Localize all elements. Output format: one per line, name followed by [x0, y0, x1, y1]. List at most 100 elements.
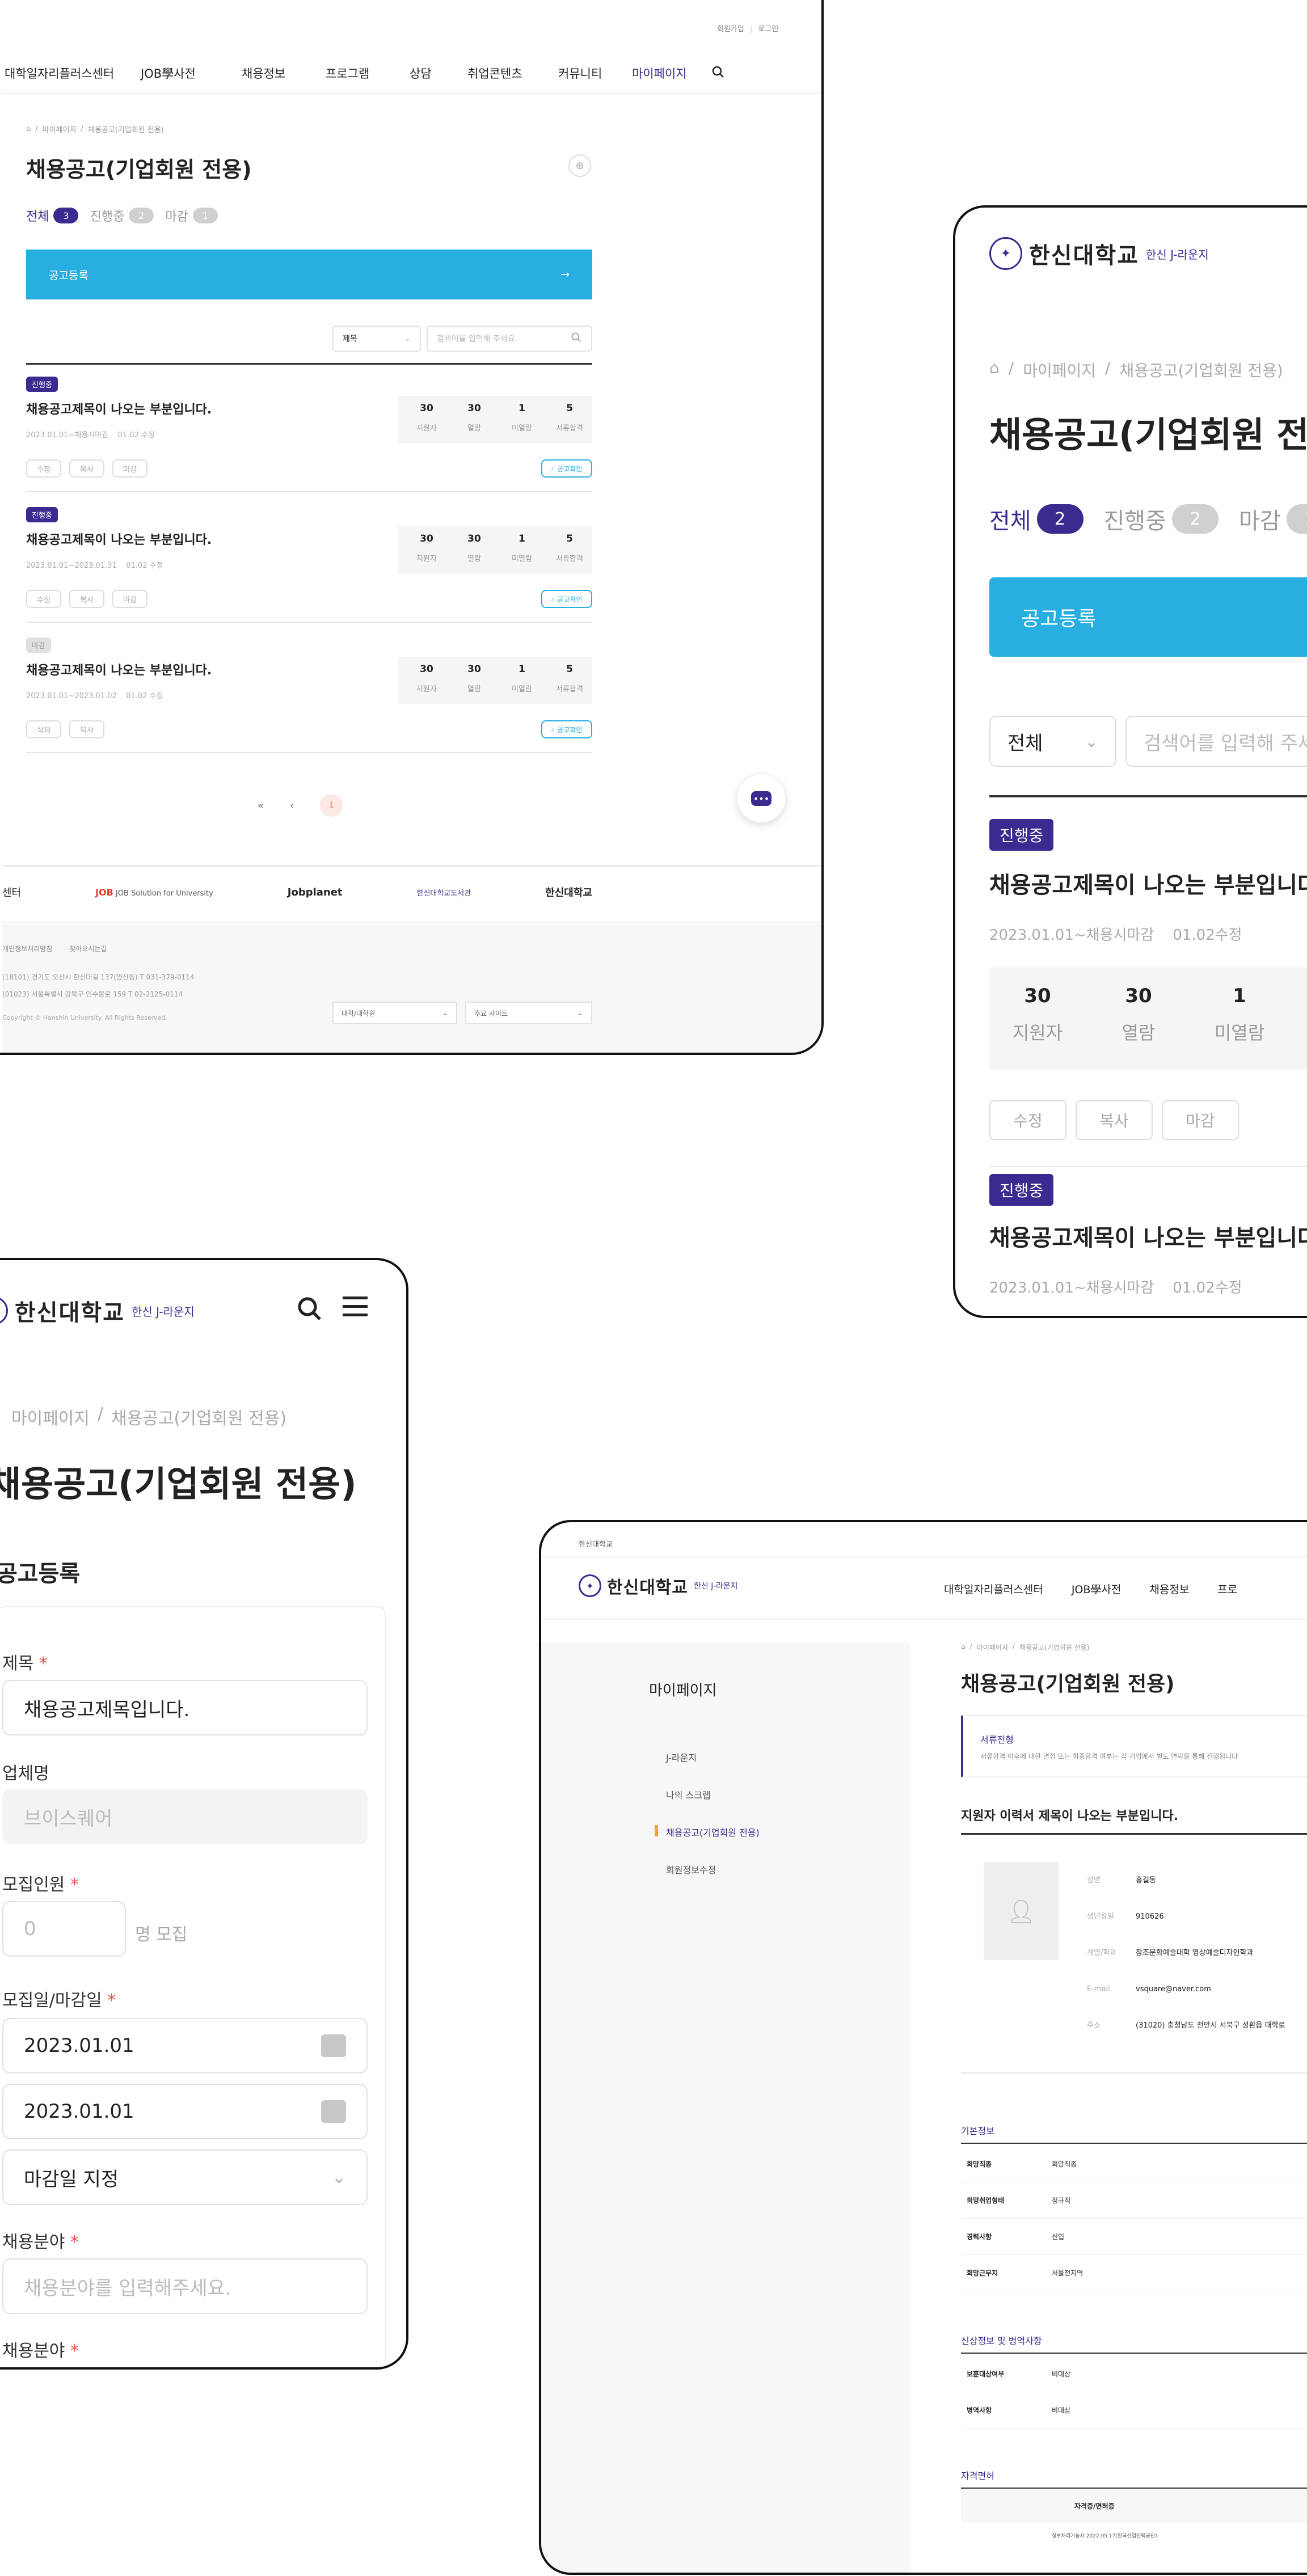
mobile-posting-list-screen: ✦ 한신대학교 한신 J-라운지 ⌂ / 마이페이지 / 채용공고(기업회원 전용)… — [953, 205, 1307, 1318]
copy-button[interactable]: 복사 — [69, 590, 104, 608]
edit-button[interactable]: 수정 — [989, 1100, 1066, 1140]
posting-title[interactable]: 채용공고제목이 나오는 부분입니다. — [989, 1219, 1307, 1252]
posting-title[interactable]: 채용공고제목이 나오는 부분입니다. — [989, 867, 1307, 900]
start-date-input[interactable]: 2023.01.01 — [2, 2018, 368, 2074]
count-badge: 2 — [1036, 504, 1083, 534]
home-icon[interactable]: ⌂ — [26, 125, 31, 133]
nav-item[interactable]: 취업콘텐츠 — [467, 65, 558, 82]
edit-button[interactable]: 수정 — [26, 459, 61, 478]
recruit-field-input[interactable]: 채용분야를 입력해주세요. — [2, 2258, 368, 2314]
copyright: Copyright © Hanshin University. All Righ… — [2, 1014, 167, 1021]
title-label: 제목 * — [2, 1654, 48, 1674]
nav-item[interactable]: 상담 — [410, 65, 467, 82]
nav-item[interactable]: 채용정보 — [1149, 1581, 1189, 1597]
breadcrumb-item[interactable]: 마이페이지 — [43, 124, 77, 134]
search-icon[interactable] — [711, 65, 725, 82]
library-logo[interactable]: 한신대학교도서관 — [417, 887, 471, 898]
site-logo[interactable]: ✦ 한신대학교 한신 J-라운지 — [0, 1294, 195, 1327]
copy-button[interactable]: 복사 — [1076, 1100, 1153, 1140]
posting-title[interactable]: 채용공고제목이 나오는 부분입니다. — [26, 660, 212, 678]
section-title: 공고등록 — [0, 1561, 81, 1587]
nav-item[interactable]: 대학일자리플러스센터 — [5, 65, 141, 82]
breadcrumb-item[interactable]: 마이페이지 — [977, 1642, 1008, 1652]
stat-label: 지원자 — [416, 685, 437, 694]
stat-label: 미열람 — [512, 555, 532, 563]
sidebar-item-scrap[interactable]: 나의 스크랩 — [666, 1788, 711, 1801]
tab-closed[interactable]: 마감 — [165, 206, 188, 225]
jobplanet-logo[interactable]: Jobplanet — [288, 886, 343, 898]
calendar-icon[interactable] — [321, 2100, 346, 2123]
license-row: 정보처리기능사 2022.05.17(한국산업인력공단) — [1052, 2533, 1157, 2539]
end-date-input[interactable]: 2023.01.01 — [2, 2084, 368, 2139]
first-page-button[interactable]: « — [258, 800, 264, 812]
partner-logo[interactable]: 센터 — [2, 885, 21, 900]
register-button[interactable]: 공고등록 → — [26, 250, 592, 299]
posting-title[interactable]: 채용공고제목이 나오는 부분입니다. — [26, 399, 212, 417]
posting-title[interactable]: 채용공고제목이 나오는 부분입니다. — [26, 530, 212, 548]
menu-icon[interactable] — [343, 1297, 368, 1316]
nav-item-mypage[interactable]: 마이페이지 — [632, 65, 711, 82]
tab-closed[interactable]: 마감 — [1239, 502, 1281, 535]
search-input[interactable]: 검색어를 입력해 주세요. — [1125, 716, 1307, 767]
close-button[interactable]: 마감 — [112, 459, 147, 478]
edit-button[interactable]: 수정 — [26, 590, 61, 608]
job-logo[interactable]: JOB JOB Solution for University — [95, 887, 213, 898]
close-button[interactable]: 마감 — [1162, 1100, 1239, 1140]
recruit-count-input[interactable]: 0 — [2, 1901, 126, 1957]
nav-item[interactable]: JOB學사전 — [1072, 1581, 1122, 1597]
nav-item[interactable]: 커뮤니티 — [558, 65, 632, 82]
privacy-link[interactable]: 개인정보처리방침 — [2, 944, 52, 953]
tab-all[interactable]: 전체 — [26, 206, 49, 225]
home-icon[interactable]: ⌂ — [989, 358, 1000, 381]
search-input[interactable]: 검색어를 입력해 주세요. — [427, 326, 592, 352]
sidebar-item-profile[interactable]: 회원정보수정 — [666, 1863, 716, 1876]
prev-page-button[interactable]: ‹ — [290, 800, 294, 812]
search-icon[interactable] — [296, 1295, 323, 1325]
directions-link[interactable]: 찾아오시는길 — [69, 944, 107, 953]
confirm-posting-button[interactable]: ⌕ 공고확인 — [541, 720, 592, 738]
hanshin-logo[interactable]: 한신대학교 — [545, 885, 592, 900]
nav-item[interactable]: 대학일자리플러스센터 — [944, 1581, 1043, 1597]
nav-item[interactable]: 프로 — [1217, 1581, 1237, 1597]
login-link[interactable]: 로그인 — [758, 25, 779, 33]
deadline-select[interactable]: 마감일 지정 ⌄ — [2, 2150, 368, 2205]
search-icon[interactable] — [571, 332, 582, 345]
copy-button[interactable]: 복사 — [69, 459, 104, 478]
nav-item[interactable]: 채용정보 — [242, 65, 326, 82]
major-site-select[interactable]: 주요 사이트 ⌄ — [465, 1002, 592, 1024]
nav-item[interactable]: JOB學사전 — [141, 65, 242, 82]
count-badge: 1 — [1286, 504, 1307, 534]
sidebar-item-postings[interactable]: 채용공고(기업회원 전용) — [666, 1825, 760, 1839]
tab-all[interactable]: 전체 — [989, 502, 1031, 535]
tab-progress[interactable]: 진행중 — [90, 206, 124, 225]
calendar-icon[interactable] — [321, 2034, 346, 2057]
site-logo[interactable]: ✦ 한신대학교 한신 J-라운지 — [579, 1573, 738, 1598]
table-key: 희망근무지 — [967, 2269, 998, 2277]
page-number-current[interactable]: 1 — [320, 794, 343, 817]
stat-label: 서류합격 — [556, 685, 583, 694]
copy-button[interactable]: 복사 — [69, 720, 104, 738]
confirm-posting-button[interactable]: ⌕ 공고확인 — [541, 459, 592, 478]
signup-link[interactable]: 회원가입 — [717, 25, 744, 33]
tab-progress[interactable]: 진행중 — [1104, 502, 1166, 535]
close-button[interactable]: 마감 — [112, 590, 147, 608]
search-type-select[interactable]: 제목 ⌄ — [332, 326, 421, 352]
chatbot-button[interactable]: ••• — [737, 775, 785, 822]
site-logo[interactable]: ✦ 한신대학교 한신 J-라운지 — [989, 237, 1209, 270]
footer-address: (18101) 경기도 오산시 한신대길 137(양산동) T 031-379-… — [2, 973, 195, 981]
delete-button[interactable]: 삭제 — [26, 720, 61, 738]
family-site-select[interactable]: 대학/대학원 ⌄ — [332, 1002, 457, 1024]
breadcrumb-item: 채용공고(기업회원 전용) — [1119, 361, 1283, 380]
title-input[interactable]: 채용공고제목입니다. — [2, 1680, 368, 1735]
breadcrumb-item[interactable]: 마이페이지 — [1023, 358, 1096, 381]
home-icon[interactable]: ⌂ — [961, 1642, 966, 1652]
field-label: 채용분야 * — [2, 2232, 79, 2252]
register-button[interactable]: 공고등록 — [989, 577, 1307, 657]
share-icon[interactable]: ⊕ — [568, 154, 591, 177]
search-type-select[interactable]: 전체 ⌄ — [989, 716, 1116, 767]
stat-value: 30 — [467, 664, 481, 675]
confirm-posting-button[interactable]: ⌕ 공고확인 — [541, 590, 592, 608]
nav-item[interactable]: 프로그램 — [326, 65, 410, 82]
sidebar-item-jlounge[interactable]: J-라운지 — [666, 1750, 697, 1764]
breadcrumb-item[interactable]: 마이페이지 — [11, 1404, 90, 1429]
